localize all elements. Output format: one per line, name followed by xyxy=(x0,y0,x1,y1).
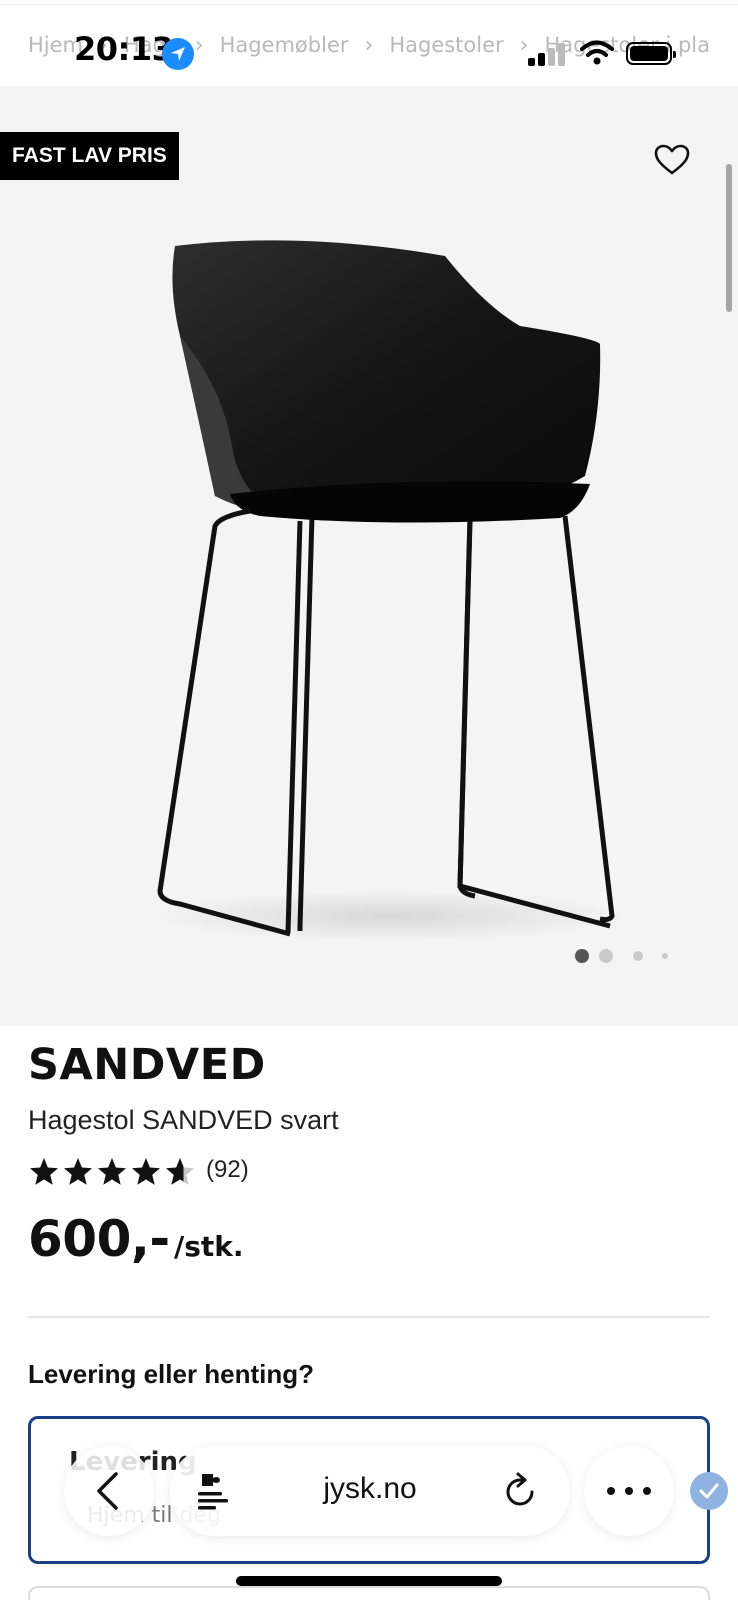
divider xyxy=(28,1316,710,1318)
pagination-dot-active[interactable] xyxy=(575,949,589,963)
star-icon xyxy=(64,1158,92,1185)
breadcrumb-item-current[interactable]: Hagestoler i pla xyxy=(544,33,710,58)
pagination-dot[interactable] xyxy=(662,953,668,959)
browser-toolbar: jysk.no xyxy=(0,1440,738,1540)
product-price: 600,- xyxy=(28,1210,170,1268)
product-subtitle: Hagestol SANDVED svart xyxy=(28,1105,339,1135)
price-unit: /stk. xyxy=(174,1230,244,1263)
product-title: SANDVED xyxy=(28,1040,266,1090)
star-half-icon xyxy=(166,1158,194,1185)
product-gallery[interactable]: FAST LAV PRIS xyxy=(0,86,738,1026)
rating-stars[interactable] xyxy=(28,1156,198,1190)
chevron-right-icon: › xyxy=(519,33,529,58)
checkmark-icon[interactable] xyxy=(690,1472,728,1510)
pagination-dot[interactable] xyxy=(633,951,643,961)
heart-icon[interactable] xyxy=(654,144,690,176)
chevron-right-icon: › xyxy=(99,33,108,58)
reload-icon[interactable] xyxy=(504,1472,538,1508)
chevron-right-icon: › xyxy=(194,33,204,58)
pickup-option-card[interactable] xyxy=(28,1586,710,1600)
review-count[interactable]: (92) xyxy=(206,1156,249,1184)
star-icon xyxy=(30,1158,58,1185)
back-icon xyxy=(97,1472,118,1510)
chair-product-image xyxy=(150,240,630,942)
pagination-dot[interactable] xyxy=(599,949,613,963)
breadcrumb-item-home[interactable]: Hjem xyxy=(28,33,83,58)
price-badge: FAST LAV PRIS xyxy=(0,132,179,180)
star-icon xyxy=(132,1158,160,1185)
star-icon xyxy=(98,1158,126,1185)
more-button[interactable] xyxy=(584,1446,674,1536)
delivery-question: Levering eller henting? xyxy=(28,1359,315,1389)
home-indicator[interactable] xyxy=(236,1576,502,1586)
breadcrumb-bar: Hjem › Hage › Hagemøbler › Hagestoler › … xyxy=(0,4,738,86)
breadcrumb-item-garden[interactable]: Hage xyxy=(124,33,179,58)
back-button[interactable] xyxy=(64,1446,154,1536)
more-icon xyxy=(607,1487,651,1495)
address-bar[interactable]: jysk.no xyxy=(170,1446,570,1536)
chevron-right-icon: › xyxy=(364,33,374,58)
breadcrumb-item-garden-chairs[interactable]: Hagestoler xyxy=(389,33,503,58)
scrollbar[interactable] xyxy=(726,164,732,312)
breadcrumb-item-garden-furniture[interactable]: Hagemøbler xyxy=(220,33,349,58)
breadcrumb: Hjem › Hage › Hagemøbler › Hagestoler › … xyxy=(28,33,710,58)
